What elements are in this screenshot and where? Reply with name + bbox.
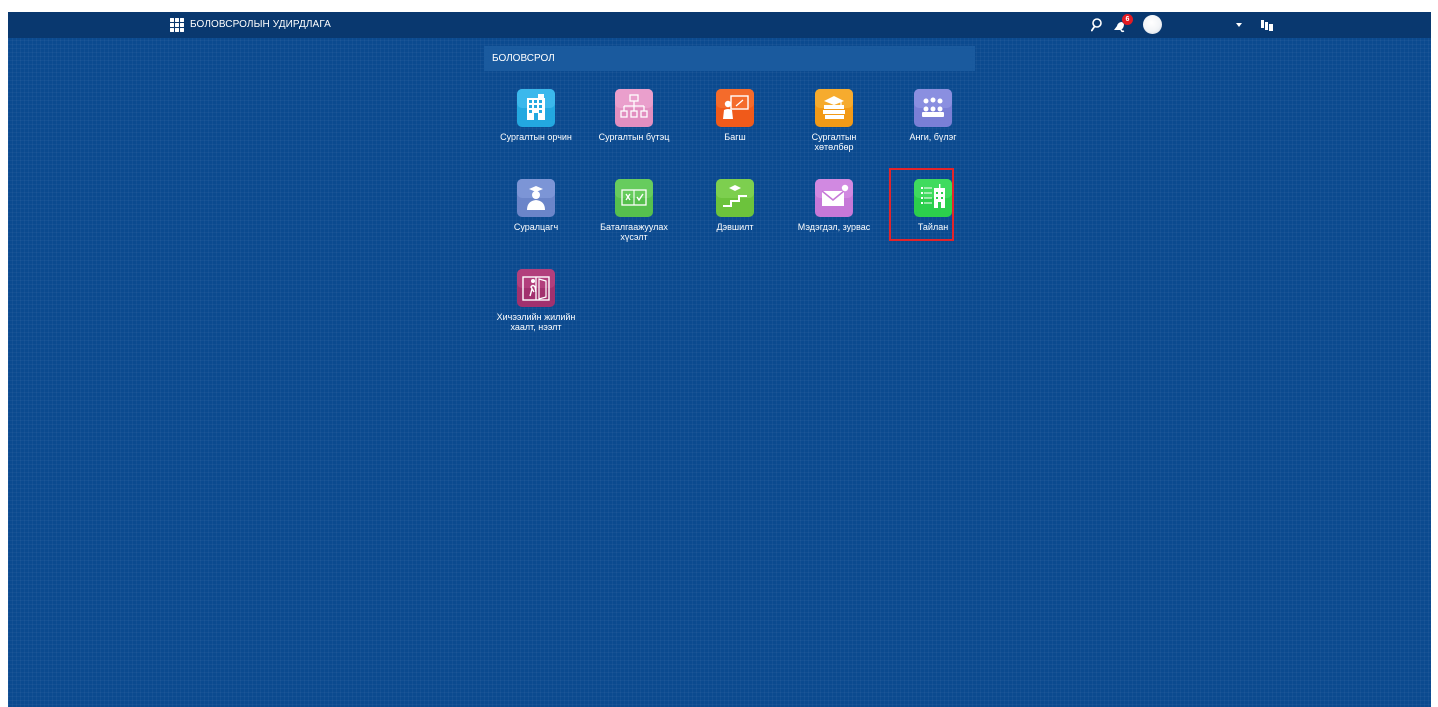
tile-label: Хичээлийн жилийн хаалт, нээлт	[496, 312, 576, 332]
promotion-icon	[716, 179, 754, 217]
stacked-apps-icon[interactable]	[1260, 16, 1274, 34]
app-title[interactable]: БОЛОВСРОЛЫН УДИРДЛАГА	[190, 19, 331, 30]
tile-label: Дэвшилт	[716, 222, 754, 232]
door-icon	[517, 269, 555, 307]
tile-training-structure[interactable]: Сургалтын бүтэц	[591, 86, 677, 168]
avatar[interactable]	[1143, 15, 1162, 34]
org-structure-icon	[615, 89, 653, 127]
tile-label: Баталгаажуулах хүсэлт	[600, 222, 668, 242]
student-icon	[517, 179, 555, 217]
tile-label: Тайлан	[917, 222, 949, 232]
approval-icon	[615, 179, 653, 217]
tile-training-environment[interactable]: Сургалтын орчин	[493, 86, 579, 168]
books-icon	[815, 89, 853, 127]
mail-icon	[815, 179, 853, 217]
teacher-icon	[716, 89, 754, 127]
building-icon	[517, 89, 555, 127]
tile-report[interactable]: Тайлан	[890, 176, 976, 258]
tile-notifications-messages[interactable]: Мэдэгдэл, зурвас	[791, 176, 877, 258]
tile-label: Сургалтын бүтэц	[598, 132, 670, 142]
section-title: БОЛОВСРОЛ	[492, 53, 555, 64]
app-window: БОЛОВСРОЛЫН УДИРДЛАГА 6 БОЛОВСРОЛ Сургал…	[8, 12, 1431, 707]
group-icon	[914, 89, 952, 127]
grid-icon[interactable]	[170, 18, 184, 32]
top-bar: БОЛОВСРОЛЫН УДИРДЛАГА 6	[8, 12, 1431, 38]
section-header: БОЛОВСРОЛ	[484, 46, 975, 71]
tile-label: Багш	[724, 132, 746, 142]
tile-school-year-open-close[interactable]: Хичээлийн жилийн хаалт, нээлт	[493, 266, 579, 348]
tile-promotion[interactable]: Дэвшилт	[692, 176, 778, 258]
tile-curriculum[interactable]: Сургалтын хөтөлбөр	[791, 86, 877, 168]
tile-label: Сургалтын орчин	[500, 132, 572, 142]
tile-teacher[interactable]: Багш	[692, 86, 778, 168]
tile-student[interactable]: Суралцагч	[493, 176, 579, 258]
tile-label: Суралцагч	[513, 222, 559, 232]
tile-label: Анги, бүлэг	[909, 132, 957, 142]
chevron-down-icon[interactable]	[1236, 23, 1242, 27]
notifications-button[interactable]: 6	[1112, 14, 1134, 34]
tile-approval-request[interactable]: Баталгаажуулах хүсэлт	[591, 176, 677, 258]
search-icon[interactable]	[1090, 16, 1105, 34]
notification-badge: 6	[1122, 14, 1133, 25]
report-icon	[914, 179, 952, 217]
tile-class-group[interactable]: Анги, бүлэг	[890, 86, 976, 168]
tile-label: Сургалтын хөтөлбөр	[811, 132, 857, 152]
tile-label: Мэдэгдэл, зурвас	[797, 222, 871, 232]
